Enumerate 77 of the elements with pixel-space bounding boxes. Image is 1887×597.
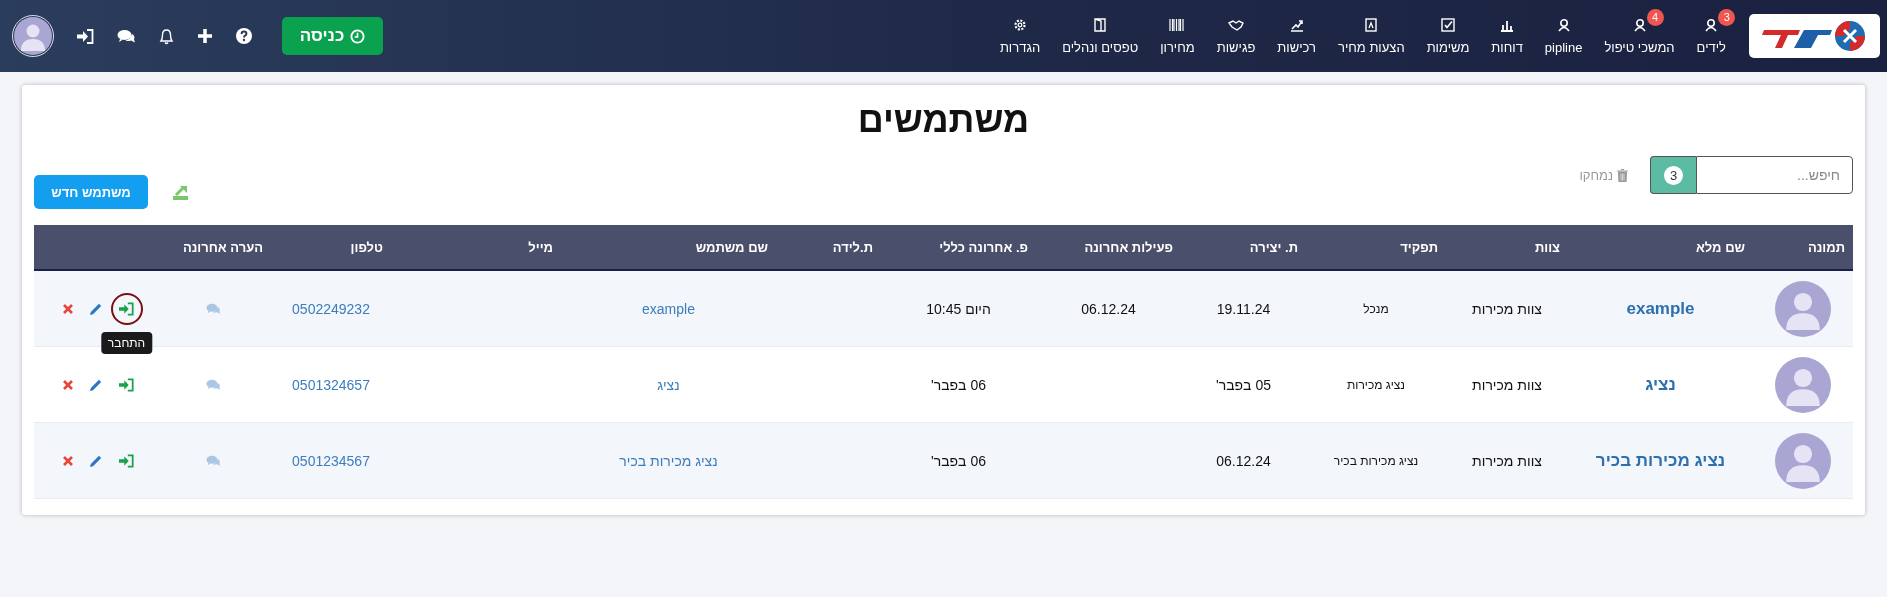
column-header[interactable]: תמונה [1807,239,1853,255]
full-name-link[interactable]: example [1626,298,1695,319]
user-avatar [1775,280,1831,337]
table-cell: נציג מכירות בכיר [1333,453,1419,468]
phone-link[interactable]: 0501324657 [292,376,370,393]
clock-icon [350,28,366,44]
nav-item[interactable]: רכישות [1266,6,1327,55]
table-cell: 06.12.24 [1216,452,1271,469]
barcode-icon [1169,19,1186,31]
column-header[interactable]: טלפון [350,239,391,255]
page-title: משתמשים [857,99,1030,141]
nav-item[interactable]: דוחות [1480,6,1534,55]
user-avatar [1775,356,1831,413]
count-badge: 4 [1646,8,1664,26]
table-cell: מנכל [1363,301,1389,316]
table-cell: היום 10:45 [926,300,991,317]
username-link[interactable]: נציג [657,376,680,393]
column-header[interactable]: פעילות אחרונה [1084,239,1181,255]
table-cell: צוות מכירות [1472,300,1542,317]
table-cell: 06 בפבר' [931,376,986,393]
edit-icon[interactable] [89,377,103,392]
nav-item[interactable]: הצעות מחיר [1326,6,1416,55]
person-icon [1556,18,1571,32]
bar-chart-icon [1500,18,1515,32]
tooltip: התחבר [100,331,153,354]
table-cell: צוות מכירות [1472,452,1542,469]
column-header[interactable]: ת. יצירה [1249,239,1306,255]
full-name-link[interactable]: נציג מכירות בכיר [1595,450,1726,471]
column-header[interactable]: פ. אחרונה כללי [939,239,1036,255]
result-count: 3 [1664,165,1683,185]
document-icon [1365,18,1378,32]
nav-item[interactable]: הגדרות [988,6,1052,55]
chat-icon[interactable] [117,28,136,44]
nav-item[interactable]: pipline [1533,6,1594,55]
trash-icon [1617,168,1628,182]
nav-item[interactable]: טפסים ונהלים [1051,6,1150,55]
settings-icon [1013,18,1027,32]
user-avatar [1775,432,1831,489]
nav-item[interactable]: פגישות [1205,6,1267,55]
table-cell: 06.12.24 [1081,300,1136,317]
username-link[interactable]: example [642,300,695,317]
table-cell: 06 בפבר' [931,452,986,469]
phone-link[interactable]: 0501234567 [292,452,370,469]
notification-bell-icon[interactable] [159,27,174,45]
sign-in-icon[interactable] [77,28,94,44]
nav-item[interactable]: משימות [1415,6,1481,55]
table-cell: נציג מכירות [1347,377,1405,392]
growth-chart-icon [1289,18,1304,32]
door-icon [1094,18,1107,32]
logo[interactable] [1749,14,1880,58]
column-header[interactable]: הערה אחרונה [182,239,271,255]
column-header[interactable]: שם מלא [1695,239,1753,255]
table-cell: 19.11.24 [1216,300,1271,317]
help-icon[interactable] [236,28,252,44]
user-avatar[interactable] [12,15,54,57]
username-link[interactable]: נציג מכירות בכיר [619,452,718,469]
table-cell: 05 בפבר' [1216,376,1271,393]
table-cell: צוות מכירות [1472,376,1542,393]
edit-icon[interactable] [89,453,103,468]
delete-icon[interactable] [63,303,73,314]
checkbox-icon [1441,18,1455,32]
nav-item[interactable]: מחירון [1149,6,1206,55]
delete-icon[interactable] [63,379,73,390]
edit-icon[interactable] [89,301,103,316]
column-header[interactable]: מייל [528,239,561,255]
full-name-link[interactable]: נציג [1645,374,1676,395]
plus-icon[interactable] [197,28,213,44]
search-field[interactable]: חיפש... [1696,156,1853,194]
column-header[interactable]: תפקיד [1400,239,1446,255]
column-header[interactable]: צוות [1534,239,1568,255]
column-header[interactable]: ת.לידה [832,239,881,255]
person-icon [1704,18,1719,32]
column-header[interactable]: שם משתמש [695,239,776,255]
phone-link[interactable]: 0502249232 [292,300,370,317]
count-badge: 3 [1718,8,1736,26]
delete-icon[interactable] [63,455,73,466]
person-icon [1632,18,1647,32]
